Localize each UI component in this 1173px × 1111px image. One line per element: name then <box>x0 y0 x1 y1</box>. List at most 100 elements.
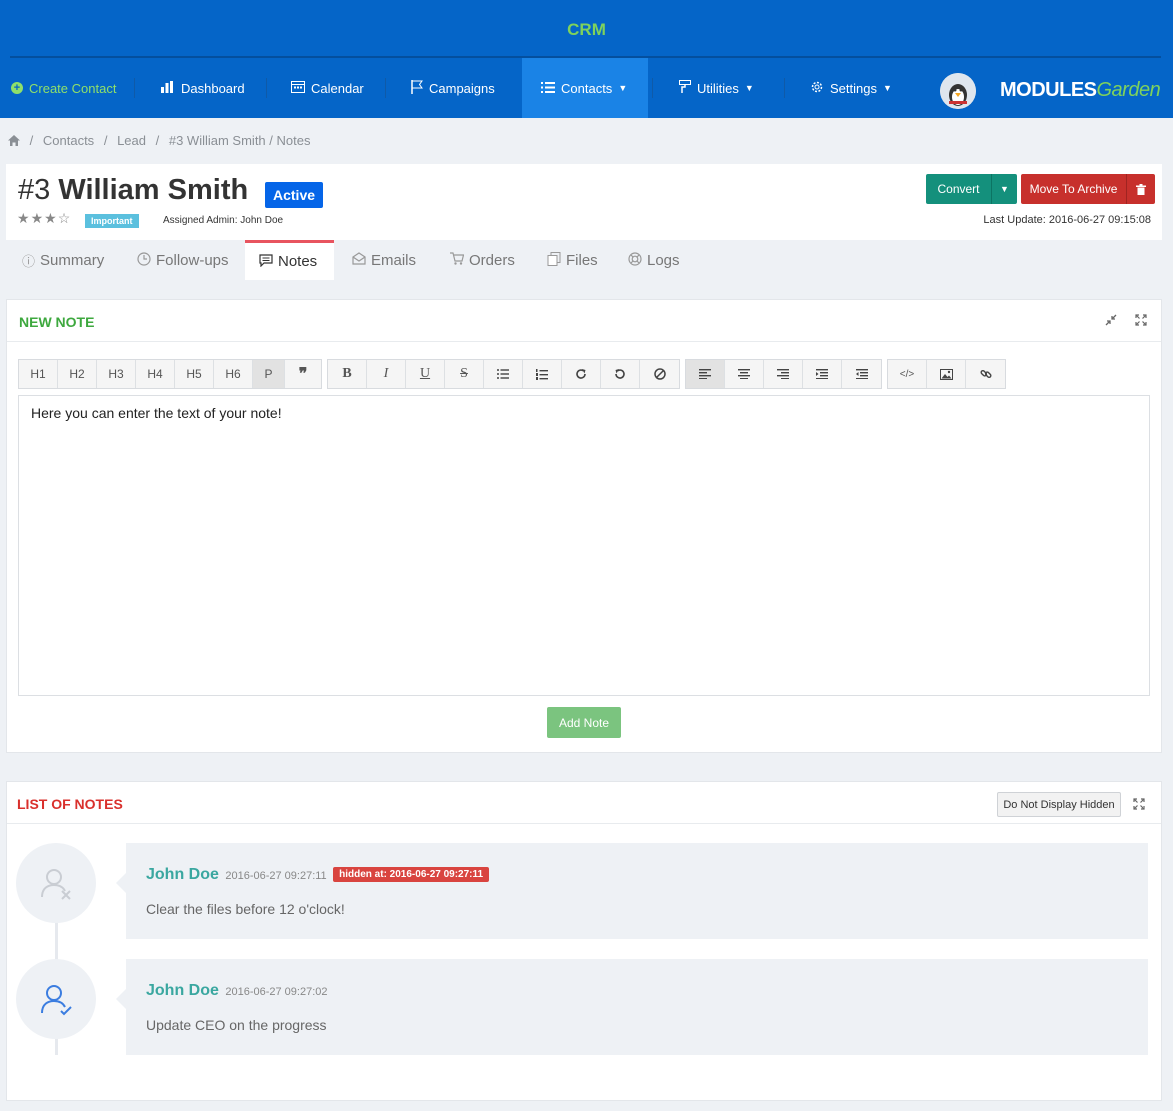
rating-stars[interactable]: ★★★☆ <box>17 210 71 227</box>
star-empty-icon[interactable]: ☆ <box>58 210 72 226</box>
note-time: 2016-06-27 09:27:02 <box>225 986 328 998</box>
h3-button[interactable]: H3 <box>97 360 136 388</box>
breadcrumb-current: #3 William Smith / Notes <box>168 133 311 148</box>
move-to-archive-button[interactable]: Move To Archive <box>1021 174 1155 204</box>
nav-campaigns[interactable]: Campaigns <box>411 58 495 118</box>
tab-orders[interactable]: Orders <box>436 240 529 280</box>
convert-button[interactable]: Convert ▼ <box>926 174 1017 204</box>
nav-dashboard-label: Dashboard <box>181 80 245 96</box>
bullet-list-icon[interactable] <box>484 360 523 388</box>
tab-emails[interactable]: Emails <box>338 240 430 280</box>
star-filled-icon[interactable]: ★ <box>17 210 31 226</box>
nav-utilities[interactable]: Utilities ▼ <box>679 58 754 118</box>
nav-settings[interactable]: Settings ▼ <box>810 58 892 118</box>
assigned-admin: Assigned Admin: John Doe <box>163 215 284 226</box>
nav-separator <box>134 78 135 98</box>
chevron-down-icon: ▼ <box>618 83 628 93</box>
h2-button[interactable]: H2 <box>58 360 97 388</box>
quote-icon[interactable]: ❞ <box>285 360 321 388</box>
strikethrough-icon[interactable]: S <box>445 360 484 388</box>
star-filled-icon[interactable]: ★ <box>31 210 45 226</box>
modulesgarden-logo: MODULESGarden <box>1000 79 1161 102</box>
tab-label: Summary <box>40 251 105 269</box>
breadcrumb-lead[interactable]: Lead <box>117 133 146 148</box>
life-ring-icon <box>628 251 642 269</box>
note-editor[interactable]: Here you can enter the text of your note… <box>18 395 1150 696</box>
list-item: John Doe 2016-06-27 09:27:11 hidden at: … <box>116 843 1148 939</box>
note-text: Update CEO on the progress <box>146 1017 327 1033</box>
numbered-list-icon[interactable] <box>523 360 562 388</box>
link-icon[interactable] <box>966 360 1005 388</box>
home-icon[interactable] <box>8 133 24 148</box>
tab-files[interactable]: Files <box>533 240 612 280</box>
tab-follow-ups[interactable]: Follow-ups <box>123 240 243 280</box>
italic-icon[interactable]: I <box>367 360 406 388</box>
list-title: LIST OF NOTES <box>17 796 123 812</box>
h4-button[interactable]: H4 <box>136 360 175 388</box>
note-header: John Doe 2016-06-27 09:27:02 <box>146 982 328 1000</box>
note-header: John Doe 2016-06-27 09:27:11 hidden at: … <box>146 866 490 884</box>
code-icon[interactable]: </> <box>888 360 927 388</box>
note-author: John Doe <box>146 982 219 999</box>
align-left-icon[interactable] <box>686 360 725 388</box>
breadcrumb-contacts[interactable]: Contacts <box>43 133 94 148</box>
nav-create-label: Create Contact <box>29 80 117 96</box>
convert-label[interactable]: Convert <box>926 174 992 204</box>
insert-group: </> <box>887 359 1006 389</box>
tab-label: Logs <box>647 251 680 269</box>
nav-separator <box>652 78 653 98</box>
align-right-icon[interactable] <box>764 360 803 388</box>
tab-notes[interactable]: Notes <box>245 240 334 280</box>
nav-campaigns-label: Campaigns <box>429 80 495 96</box>
align-group <box>685 359 882 389</box>
note-author: John Doe <box>146 866 219 883</box>
contact-title: #3 William Smith <box>18 174 248 207</box>
tab-logs[interactable]: Logs <box>614 240 694 280</box>
user-check-icon <box>41 985 72 1016</box>
nav-calendar-label: Calendar <box>311 80 364 96</box>
redo-icon[interactable] <box>562 360 601 388</box>
user-avatar[interactable] <box>940 73 976 109</box>
tab-label: Notes <box>278 253 318 270</box>
do-not-display-hidden-button[interactable]: Do Not Display Hidden <box>997 792 1121 817</box>
star-filled-icon[interactable]: ★ <box>44 210 58 226</box>
outdent-icon[interactable] <box>842 360 881 388</box>
breadcrumb: / Contacts / Lead / #3 William Smith / N… <box>8 133 316 148</box>
nav-calendar[interactable]: Calendar <box>291 58 364 118</box>
paragraph-button[interactable]: P <box>253 360 285 388</box>
panel-header: LIST OF NOTES <box>7 782 1161 824</box>
bold-icon[interactable]: B <box>328 360 367 388</box>
image-icon[interactable] <box>927 360 966 388</box>
nav-dashboard[interactable]: Dashboard <box>161 58 245 118</box>
trash-icon[interactable] <box>1127 174 1155 204</box>
contact-name: William Smith <box>58 174 249 206</box>
clear-format-icon[interactable] <box>640 360 679 388</box>
tab-summary[interactable]: ⓘ Summary <box>8 240 118 280</box>
compress-icon[interactable] <box>1104 314 1118 328</box>
h1-button[interactable]: H1 <box>19 360 58 388</box>
underline-icon[interactable]: U <box>406 360 445 388</box>
nav-contacts[interactable]: Contacts ▼ <box>522 58 648 118</box>
undo-icon[interactable] <box>601 360 640 388</box>
align-center-icon[interactable] <box>725 360 764 388</box>
tab-label: Emails <box>371 251 417 269</box>
files-icon <box>547 251 561 269</box>
contact-tabs: ⓘ Summary Follow-ups Notes Emails Orders… <box>6 240 706 280</box>
flag-icon <box>411 79 423 97</box>
add-note-button[interactable]: Add Note <box>547 707 621 738</box>
nav-separator <box>385 78 386 98</box>
expand-icon[interactable] <box>1134 314 1148 328</box>
clock-icon <box>137 251 151 269</box>
avatar <box>16 959 96 1039</box>
comment-icon <box>259 253 273 270</box>
h5-button[interactable]: H5 <box>175 360 214 388</box>
indent-icon[interactable] <box>803 360 842 388</box>
archive-label[interactable]: Move To Archive <box>1021 174 1127 204</box>
expand-icon[interactable] <box>1132 798 1146 812</box>
nav-settings-label: Settings <box>830 80 877 96</box>
contact-header: #3 William Smith Active ★★★☆ Important A… <box>6 164 1162 240</box>
chevron-down-icon[interactable]: ▼ <box>992 174 1017 204</box>
breadcrumb-separator: / <box>29 133 34 148</box>
nav-create-contact[interactable]: + Create Contact <box>11 58 116 118</box>
h6-button[interactable]: H6 <box>214 360 253 388</box>
